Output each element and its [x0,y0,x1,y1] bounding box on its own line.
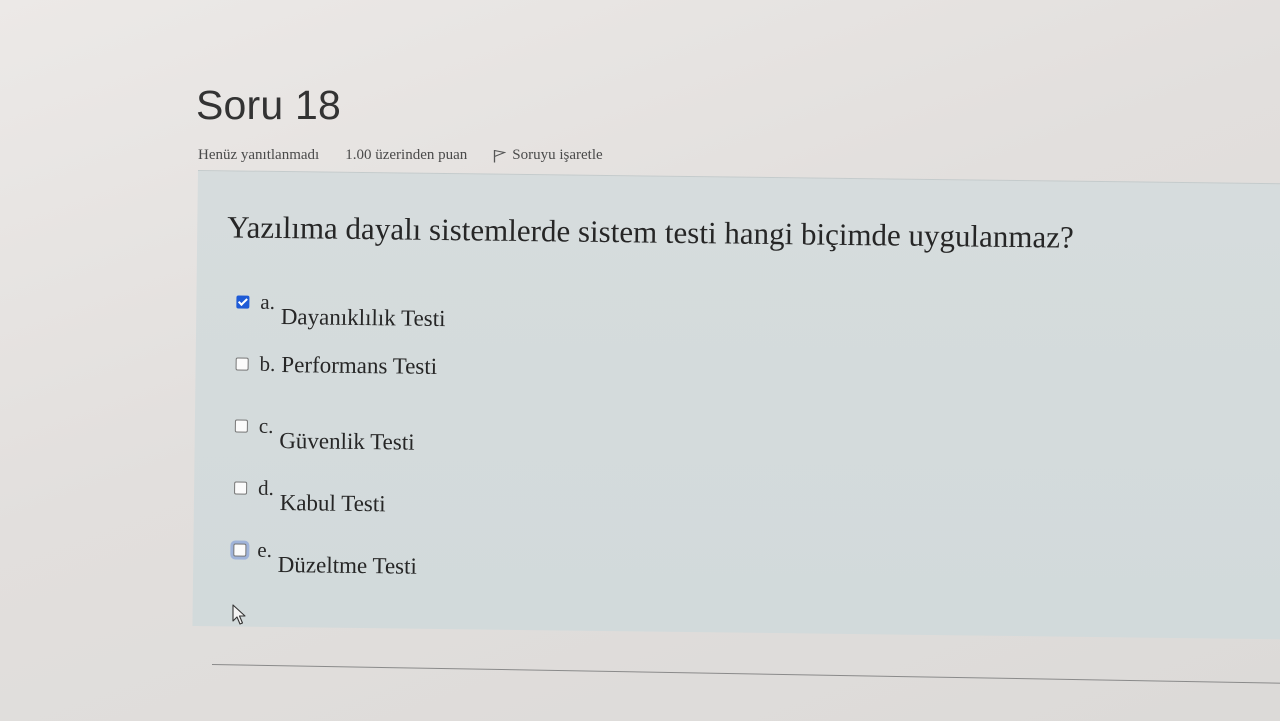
flag-icon [494,149,507,162]
answer-label: Performans Testi [281,352,438,379]
answer-option-b[interactable]: b. Performans Testi [235,351,445,416]
question-info: Henüz yanıtlanmadı 1.00 üzerinden puan S… [198,147,603,164]
answer-letter: e. [257,537,273,562]
answer-checkbox-d[interactable] [234,481,248,495]
answer-letter: b. [259,351,276,376]
answer-checkbox-a[interactable] [236,295,250,309]
answer-option-e[interactable]: e. Düzeltme Testi [233,537,443,602]
answer-label: Dayanıklılık Testi [280,304,446,332]
question-panel: Yazılıma dayalı sistemlerde sistem testi… [192,170,1280,640]
answer-checkbox-b[interactable] [235,357,249,371]
answer-letter: a. [260,289,276,314]
answer-letter: c. [258,413,274,438]
answer-option-c[interactable]: c. Güvenlik Testi [234,413,444,478]
question-text: Yazılıma dayalı sistemlerde sistem testi… [227,209,1075,255]
answer-label: Kabul Testi [279,490,386,517]
question-title: Soru 18 [196,82,342,128]
section-divider [211,664,1280,685]
question-grade: 1.00 üzerinden puan [345,147,468,163]
answer-list: a. Dayanıklılık Testi b. Performans Test… [233,289,446,602]
question-status: Henüz yanıtlanmadı [198,147,320,163]
answer-label: Güvenlik Testi [279,428,415,455]
answer-label: Düzeltme Testi [277,552,418,579]
answer-letter: d. [257,475,275,500]
flag-question-label: Soruyu işaretle [512,147,603,163]
mouse-pointer-icon [232,604,246,625]
flag-question-link[interactable]: Soruyu işaretle [493,147,603,164]
answer-checkbox-c[interactable] [234,419,248,433]
answer-option-a[interactable]: a. Dayanıklılık Testi [236,289,446,354]
answer-option-d[interactable]: d. Kabul Testi [234,475,444,540]
answer-checkbox-e[interactable] [233,543,247,557]
